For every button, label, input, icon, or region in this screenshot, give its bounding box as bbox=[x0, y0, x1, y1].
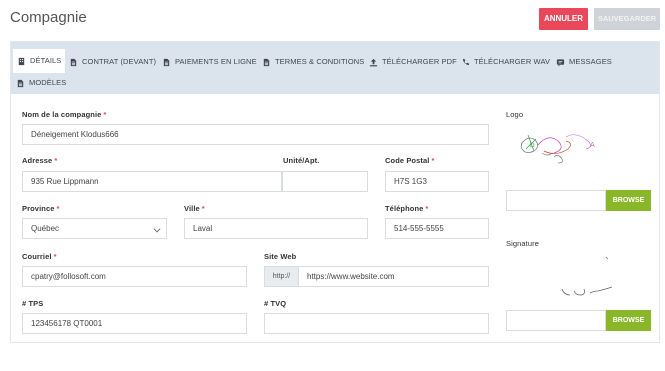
tab-details[interactable]: DÉTAILS bbox=[13, 49, 66, 73]
unit-label: Unité/Apt. bbox=[283, 156, 319, 165]
website-prefix: http:// bbox=[264, 266, 299, 287]
document-icon bbox=[70, 58, 77, 66]
tps-label: # TPS bbox=[22, 299, 43, 308]
city-label: Ville * bbox=[184, 204, 205, 213]
document-icon bbox=[263, 58, 270, 66]
address-field[interactable]: 935 Rue Lippmann bbox=[22, 171, 282, 192]
signature-label: Signature bbox=[506, 239, 540, 248]
upload-icon bbox=[369, 58, 378, 66]
document-icon bbox=[17, 79, 24, 87]
label-text: Ville bbox=[184, 204, 200, 213]
tab-label: TERMES & CONDITIONS bbox=[275, 57, 365, 66]
tps-field[interactable]: 123456178 QT0001 bbox=[22, 313, 247, 334]
save-button[interactable]: SAUVEGARDER bbox=[594, 8, 660, 30]
label-text: Unité/Apt. bbox=[283, 156, 320, 165]
cancel-button[interactable]: ANNULER bbox=[539, 8, 588, 30]
company-name-field[interactable]: Déneigement Klodus666 bbox=[22, 124, 489, 145]
tab-upload-wav[interactable]: TÉLÉCHARGER WAV bbox=[461, 53, 550, 71]
company-name-label: Nom de la compagnie * bbox=[22, 110, 106, 119]
tab-online-payments[interactable]: PAIEMENTS EN LIGNE bbox=[162, 53, 257, 71]
svg-text:A: A bbox=[590, 141, 595, 149]
message-icon bbox=[556, 58, 565, 66]
logo-browse-button[interactable]: BROWSE bbox=[606, 190, 651, 211]
logo-preview: A bbox=[506, 123, 606, 180]
label-text: Site Web bbox=[264, 252, 297, 261]
tvq-field[interactable] bbox=[264, 313, 489, 334]
required-marker: * bbox=[103, 110, 107, 119]
page-title: Compagnie bbox=[10, 9, 87, 26]
chevron-down-icon bbox=[153, 225, 161, 233]
required-marker: * bbox=[201, 204, 205, 213]
province-label: Province * bbox=[22, 204, 60, 213]
required-marker: * bbox=[431, 156, 435, 165]
label-text: Courriel bbox=[22, 252, 52, 261]
email-field[interactable]: cpatry@follosoft.com bbox=[22, 266, 247, 287]
logo-file-field[interactable] bbox=[506, 190, 606, 211]
building-icon bbox=[18, 57, 25, 65]
signature-preview bbox=[550, 253, 640, 303]
email-label: Courriel * bbox=[22, 252, 57, 261]
phone-icon bbox=[462, 58, 470, 65]
city-field[interactable]: Laval bbox=[184, 218, 368, 239]
tab-label: CONTRAT (DEVANT) bbox=[82, 57, 157, 66]
tab-templates[interactable]: MODÈLES bbox=[16, 74, 66, 92]
label-text: Nom de la compagnie bbox=[22, 110, 102, 119]
tab-label: TÉLÉCHARGER WAV bbox=[474, 57, 551, 66]
label-text: Adresse bbox=[22, 156, 53, 165]
required-marker: * bbox=[56, 204, 60, 213]
tab-contract[interactable]: CONTRAT (DEVANT) bbox=[69, 53, 156, 71]
label-text: # TPS bbox=[22, 299, 44, 308]
website-field[interactable]: https://www.website.com bbox=[298, 266, 489, 287]
unit-field[interactable] bbox=[282, 171, 368, 192]
label-text: # TVQ bbox=[264, 299, 287, 308]
province-value: Québec bbox=[31, 224, 60, 233]
tvq-label: # TVQ bbox=[264, 299, 286, 308]
tab-label: DÉTAILS bbox=[30, 56, 62, 65]
required-marker: * bbox=[425, 204, 429, 213]
postal-code-label: Code Postal * bbox=[385, 156, 434, 165]
required-marker: * bbox=[54, 156, 58, 165]
province-select[interactable]: Québec bbox=[22, 218, 167, 239]
document-icon bbox=[163, 58, 170, 66]
tab-terms[interactable]: TERMES & CONDITIONS bbox=[262, 53, 364, 71]
signature-file-field[interactable] bbox=[506, 310, 606, 331]
label-text: Téléphone bbox=[385, 204, 424, 213]
website-label: Site Web bbox=[264, 252, 296, 261]
required-marker: * bbox=[53, 252, 57, 261]
tab-label: MESSAGES bbox=[569, 57, 612, 66]
tab-label: PAIEMENTS EN LIGNE bbox=[175, 57, 257, 66]
address-label: Adresse * bbox=[22, 156, 57, 165]
signature-image bbox=[561, 256, 613, 296]
tab-label: MODÈLES bbox=[29, 78, 67, 87]
tab-upload-pdf[interactable]: TÉLÉCHARGER PDF bbox=[369, 53, 457, 71]
tab-messages[interactable]: MESSAGES bbox=[556, 53, 612, 71]
logo-image: A bbox=[520, 134, 595, 164]
logo-label: Logo bbox=[506, 110, 524, 119]
label-text: Code Postal bbox=[385, 156, 430, 165]
tab-bar: DÉTAILS CONTRAT (DEVANT) PAIEMENTS EN LI… bbox=[11, 42, 659, 94]
phone-field[interactable]: 514-555-5555 bbox=[385, 218, 489, 239]
tab-label: TÉLÉCHARGER PDF bbox=[382, 57, 457, 66]
signature-browse-button[interactable]: BROWSE bbox=[606, 310, 651, 331]
phone-label: Téléphone * bbox=[385, 204, 428, 213]
postal-code-field[interactable]: H7S 1G3 bbox=[385, 171, 489, 192]
label-text: Province bbox=[22, 204, 55, 213]
